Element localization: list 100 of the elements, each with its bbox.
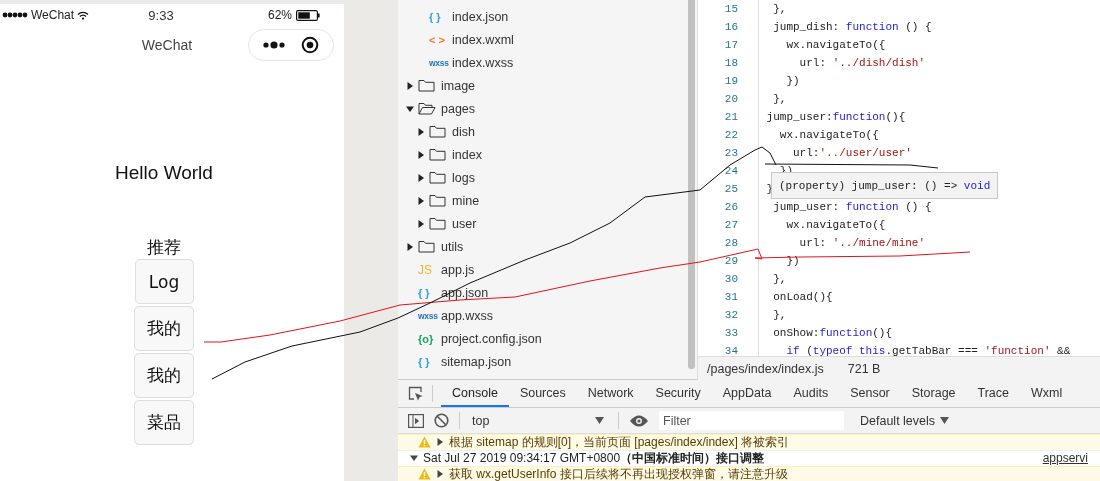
line-number: 19 [698,72,759,90]
line-number: 28 [698,234,759,252]
code-line: onLoad(){ [772,291,833,303]
caret-icon[interactable] [406,104,414,113]
tree-item[interactable]: utils [441,239,464,254]
source-link[interactable]: appservi [1042,451,1088,465]
tree-item[interactable]: index.wxss [452,55,514,70]
devtools-tab[interactable]: Security [644,380,712,407]
page-button[interactable]: Log [134,259,194,304]
clock-time: 9:33 [148,7,174,23]
devtools-tab[interactable]: Network [576,380,645,407]
section-label: 推荐 [147,237,181,259]
line-number: 25 [698,180,759,198]
caret-icon [940,417,950,424]
clear-icon[interactable] [434,413,449,428]
file-path: /pages/index/index.js [707,361,824,376]
code-line: onShow:function(){ [772,327,893,339]
code-line: }, [772,3,787,15]
caret-icon[interactable] [406,81,414,90]
warning-icon [418,436,431,448]
code-line: wx.navigateTo({ [785,219,886,231]
file-type-icon: {o} [418,332,434,345]
tree-item[interactable]: project.config.json [441,331,542,346]
folder-icon [429,217,446,230]
caret-icon[interactable] [436,470,444,478]
wifi-icon [77,10,90,20]
caret-icon[interactable] [417,173,425,182]
caret-icon[interactable] [436,438,444,446]
code-line: jump_user: function () { [772,201,932,213]
line-number: 26 [698,198,759,216]
nav-title: WeChat [141,37,193,53]
line-number: 15 [698,0,759,18]
console-message: 获取 wx.getUserInfo 接口后续将不再出现授权弹窗，请注意升级 [449,465,788,481]
folder-icon [418,240,435,253]
tree-item[interactable]: index.json [452,9,509,24]
folder-icon [429,125,446,138]
eye-icon[interactable] [629,414,649,427]
code-line: url: '../mine/mine' [798,237,926,249]
devtools-tab[interactable]: Wxml [1020,380,1074,407]
devtools-tab[interactable]: Trace [966,380,1021,407]
line-number: 22 [698,126,759,144]
warning-icon [418,468,431,480]
line-number: 29 [698,252,759,270]
caret-icon[interactable] [417,127,425,136]
page-button[interactable]: 我的 [134,306,194,351]
tree-item[interactable]: index.wxml [452,32,514,47]
devtools-tab[interactable]: Audits [782,380,840,407]
console-message: Sat Jul 27 2019 09:34:17 GMT+0800（中国标准时间）接口调整 [423,449,765,467]
tree-item[interactable]: sitemap.json [441,354,512,369]
tree-item[interactable]: index [452,147,482,162]
filter-field[interactable]: Filter [659,411,844,430]
folder-icon [429,194,446,207]
inspect-icon[interactable] [408,385,424,402]
caret-icon[interactable] [417,150,425,159]
tree-item[interactable]: mine [452,193,480,208]
caret-icon[interactable] [417,196,425,205]
devtools-tab[interactable]: Sources [508,380,577,407]
file-size: 721 B [847,361,881,376]
devtools-tab[interactable]: Sensor [839,380,901,407]
code-line: }, [772,93,787,105]
line-number: 33 [698,324,759,342]
context-select[interactable]: top [470,413,608,428]
file-type-icon: wxss [429,57,449,68]
page-button[interactable]: 菜品 [134,400,194,445]
tree-item[interactable]: image [441,78,476,93]
sidebar-icon[interactable] [408,413,424,428]
tree-item[interactable]: app.wxss [441,308,494,323]
line-number: 16 [698,18,759,36]
file-type-icon: { } [418,355,430,368]
line-number: 21 [698,108,759,126]
page-button[interactable]: 我的 [134,353,194,398]
signal-icon [2,12,28,18]
code-line: wx.navigateTo({ [785,39,886,51]
menu-capsule[interactable] [248,29,334,61]
line-number: 24 [698,162,759,180]
code-line: }, [772,273,787,285]
line-number: 27 [698,216,759,234]
folder-icon [429,148,446,161]
code-line: }) [785,255,800,267]
tree-item[interactable]: logs [452,170,475,185]
caret-icon[interactable] [406,242,414,251]
carrier-name: WeChat [31,8,75,22]
caret-icon[interactable] [417,219,425,228]
devtools-tab[interactable]: AppData [711,380,783,407]
more-icon [263,41,285,49]
tree-item[interactable]: user [452,216,477,231]
hover-tooltip: (property) jump_user: () => void [771,172,999,199]
caret-icon[interactable] [410,454,418,462]
tree-item[interactable]: app.js [441,262,475,277]
scrollbar[interactable] [688,0,695,369]
devtools-tab[interactable]: Storage [900,380,967,407]
tree-item[interactable]: pages [441,101,476,116]
folder-icon [418,79,435,92]
line-number: 17 [698,36,759,54]
code-line: if (typeof this.getTabBar === 'function' && [785,345,1071,356]
battery-percent: 62% [267,8,292,22]
open-folder-icon [418,102,436,115]
levels-dropdown[interactable]: Default levels [854,412,956,429]
code-line: }) [785,75,800,87]
tree-item[interactable]: dish [452,124,475,139]
